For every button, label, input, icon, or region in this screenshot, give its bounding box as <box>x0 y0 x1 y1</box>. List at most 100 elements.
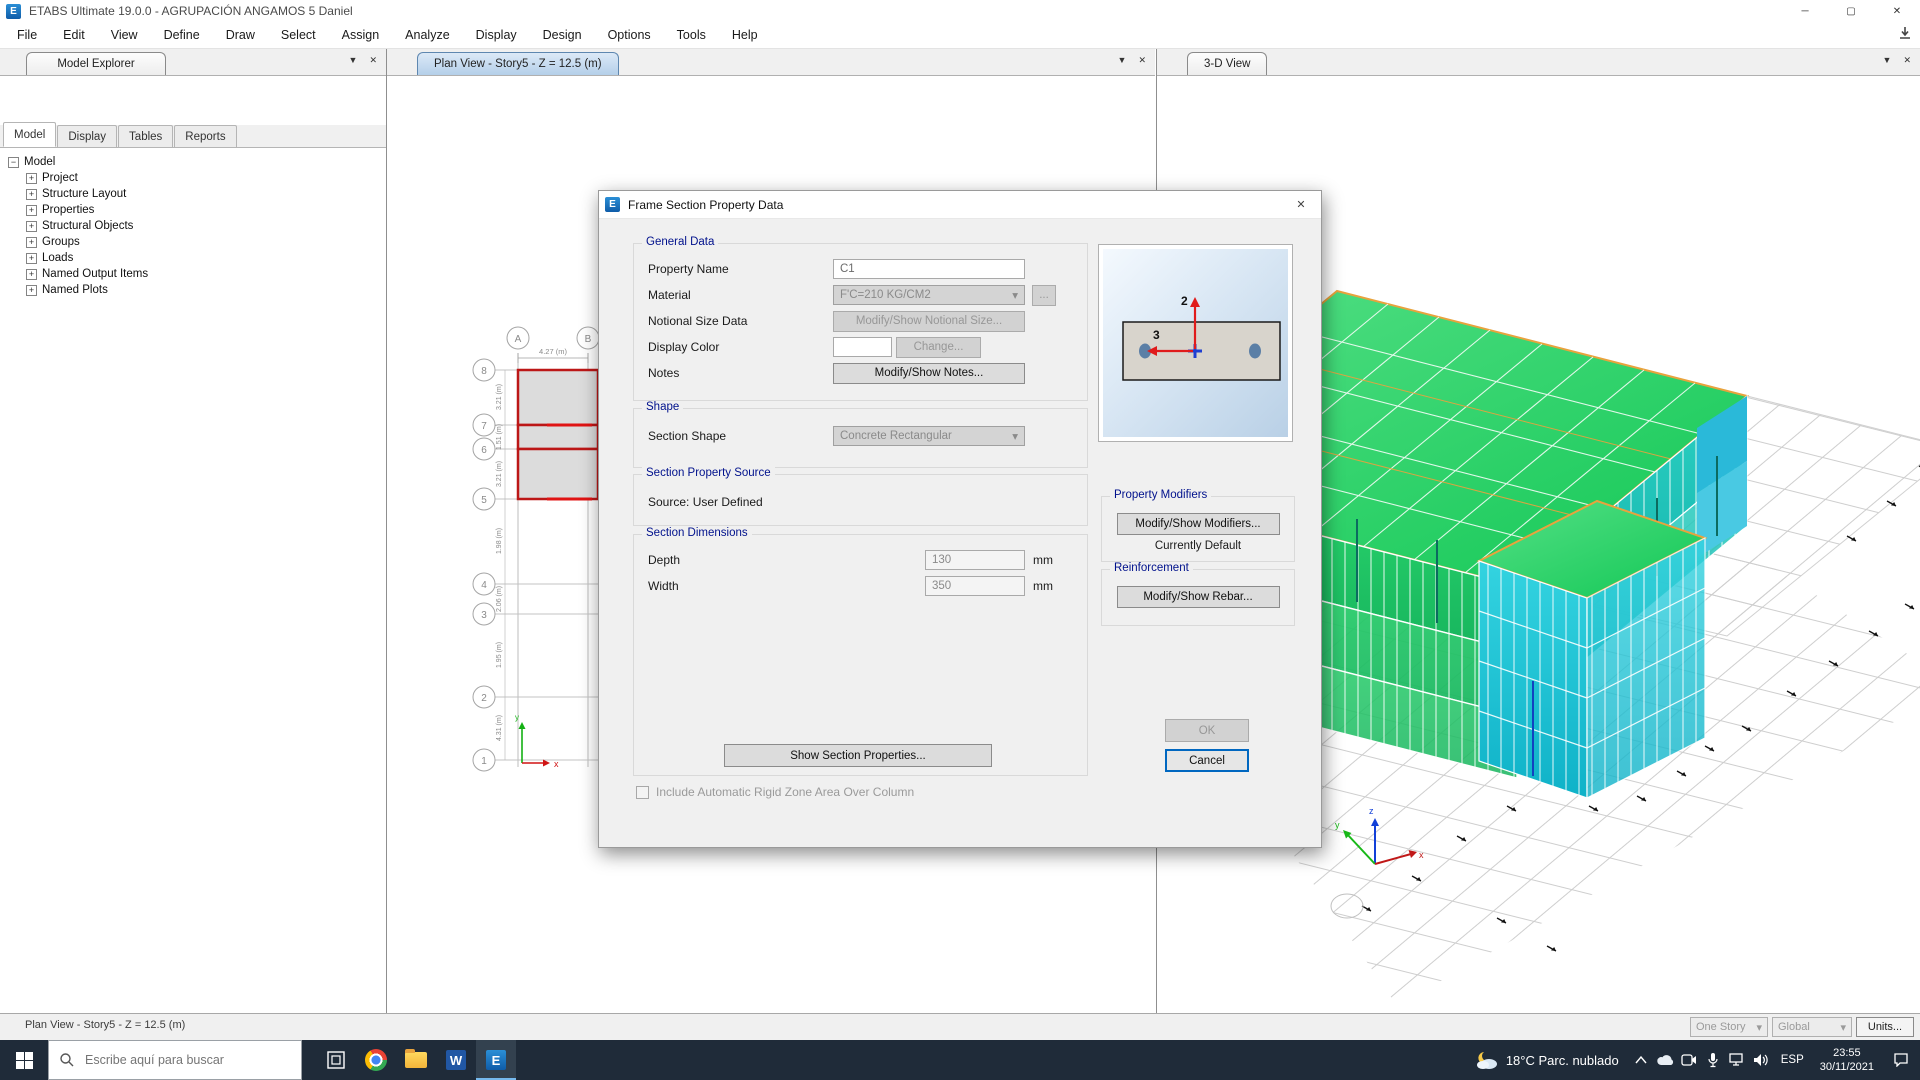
view3d-tab[interactable]: 3-D View <box>1187 52 1267 75</box>
menu-design[interactable]: Design <box>530 28 595 42</box>
word-button[interactable]: W <box>436 1040 476 1080</box>
task-view-button[interactable] <box>316 1040 356 1080</box>
tab-tables[interactable]: Tables <box>118 125 173 147</box>
close-button[interactable]: ✕ <box>1874 0 1920 22</box>
minimize-button[interactable]: ─ <box>1782 0 1828 22</box>
window-titlebar: E ETABS Ultimate 19.0.0 - AGRUPACIÓN ANG… <box>0 0 1920 22</box>
panel-divider[interactable] <box>386 49 387 1013</box>
depth-field[interactable]: 130 <box>925 550 1025 570</box>
width-field[interactable]: 350 <box>925 576 1025 596</box>
menu-select[interactable]: Select <box>268 28 329 42</box>
cancel-button[interactable]: Cancel <box>1165 749 1249 772</box>
menu-tools[interactable]: Tools <box>664 28 719 42</box>
camera-icon <box>1681 1053 1697 1067</box>
story-selector[interactable]: One Story ▾ <box>1690 1017 1768 1037</box>
expand-icon[interactable]: + <box>26 285 37 296</box>
microphone-button[interactable] <box>1701 1040 1725 1080</box>
menu-file[interactable]: File <box>4 28 50 42</box>
expand-icon[interactable]: + <box>26 253 37 264</box>
tree-node-properties[interactable]: + Properties <box>26 202 385 218</box>
network-button[interactable] <box>1725 1040 1749 1080</box>
tree-node-named-plots[interactable]: + Named Plots <box>26 282 385 298</box>
collapse-icon[interactable]: − <box>8 157 19 168</box>
maximize-button[interactable]: ▢ <box>1828 0 1874 22</box>
menu-options[interactable]: Options <box>595 28 664 42</box>
expand-icon[interactable]: + <box>26 205 37 216</box>
action-center-button[interactable] <box>1882 1040 1920 1080</box>
taskbar-search[interactable] <box>48 1040 302 1080</box>
units-button[interactable]: Units... <box>1856 1017 1914 1037</box>
property-name-field[interactable]: C1 <box>833 259 1025 279</box>
notes-button[interactable]: Modify/Show Notes... <box>833 363 1025 384</box>
model-explorer-tab[interactable]: Model Explorer <box>26 52 166 75</box>
expand-icon[interactable]: + <box>26 173 37 184</box>
tab-model[interactable]: Model <box>3 122 56 147</box>
search-input[interactable] <box>83 1052 287 1068</box>
menu-assign[interactable]: Assign <box>329 28 393 42</box>
section-preview: 2 3 <box>1098 244 1293 442</box>
material-browse-button[interactable]: ... <box>1032 285 1056 306</box>
menu-define[interactable]: Define <box>151 28 213 42</box>
tray-chevron-button[interactable] <box>1629 1040 1653 1080</box>
language-indicator[interactable]: ESP <box>1773 1054 1812 1066</box>
clock[interactable]: 23:55 30/11/2021 <box>1812 1046 1882 1075</box>
tree-node-loads[interactable]: + Loads <box>26 250 385 266</box>
file-explorer-button[interactable] <box>396 1040 436 1080</box>
rigid-zone-checkbox-row[interactable]: Include Automatic Rigid Zone Area Over C… <box>636 785 914 799</box>
chevron-down-icon: ▾ <box>1840 1021 1846 1034</box>
weather-widget[interactable]: 18°C Parc. nublado <box>1474 1049 1619 1071</box>
modify-modifiers-button[interactable]: Modify/Show Modifiers... <box>1117 513 1280 535</box>
etabs-taskbar-button[interactable]: E <box>476 1040 516 1080</box>
weather-icon <box>1474 1049 1500 1071</box>
chrome-button[interactable] <box>356 1040 396 1080</box>
chevron-down-icon: ▾ <box>1012 429 1018 443</box>
plan-dropdown-icon[interactable]: ▼ <box>1118 56 1127 65</box>
material-dropdown[interactable]: F'C=210 KG/CM2 ▾ <box>833 285 1025 305</box>
explorer-dropdown-icon[interactable]: ▼ <box>349 56 358 65</box>
start-button[interactable] <box>0 1040 48 1080</box>
coord-system-selector[interactable]: Global ▾ <box>1772 1017 1852 1037</box>
explorer-close-icon[interactable]: ✕ <box>369 56 377 65</box>
change-color-button[interactable]: Change... <box>896 337 981 358</box>
tab-reports[interactable]: Reports <box>174 125 236 147</box>
tree-node-structure-layout[interactable]: + Structure Layout <box>26 186 385 202</box>
dialog-close-icon[interactable]: ✕ <box>1281 191 1321 218</box>
view3d-dropdown-icon[interactable]: ▼ <box>1883 56 1892 65</box>
meet-now-button[interactable] <box>1677 1040 1701 1080</box>
expand-icon[interactable]: + <box>26 189 37 200</box>
tree-node-model[interactable]: − Model <box>8 154 385 170</box>
menu-help[interactable]: Help <box>719 28 771 42</box>
menu-display[interactable]: Display <box>463 28 530 42</box>
chrome-icon <box>365 1049 387 1071</box>
dialog-titlebar[interactable]: E Frame Section Property Data ✕ <box>599 191 1321 219</box>
volume-button[interactable] <box>1749 1040 1773 1080</box>
ok-button[interactable]: OK <box>1165 719 1249 742</box>
view3d-close-icon[interactable]: ✕ <box>1903 56 1911 65</box>
notional-size-button[interactable]: Modify/Show Notional Size... <box>833 311 1025 332</box>
checkbox-icon[interactable] <box>636 786 649 799</box>
tree-node-project[interactable]: + Project <box>26 170 385 186</box>
expand-icon[interactable]: + <box>26 237 37 248</box>
tree-node-structural-objects[interactable]: + Structural Objects <box>26 218 385 234</box>
plan-close-icon[interactable]: ✕ <box>1138 56 1146 65</box>
tree-node-groups[interactable]: + Groups <box>26 234 385 250</box>
expand-icon[interactable]: + <box>26 221 37 232</box>
status-bar: Plan View - Story5 - Z = 12.5 (m) One St… <box>0 1013 1920 1040</box>
menu-draw[interactable]: Draw <box>213 28 268 42</box>
section-shape-dropdown[interactable]: Concrete Rectangular ▾ <box>833 426 1025 446</box>
menu-view[interactable]: View <box>98 28 151 42</box>
tree-node-named-output-items[interactable]: + Named Output Items <box>26 266 385 282</box>
menu-edit[interactable]: Edit <box>50 28 98 42</box>
expand-icon[interactable]: + <box>26 269 37 280</box>
chevron-down-icon: ▾ <box>1756 1021 1762 1034</box>
show-section-properties-button[interactable]: Show Section Properties... <box>724 744 992 767</box>
plan-view-tabbar: Plan View - Story5 - Z = 12.5 (m) ▼ ✕ <box>387 49 1155 76</box>
tab-display[interactable]: Display <box>57 125 117 147</box>
download-arrow-icon[interactable] <box>1898 26 1912 40</box>
modify-rebar-button[interactable]: Modify/Show Rebar... <box>1117 586 1280 608</box>
folder-icon <box>405 1052 427 1068</box>
display-color-swatch[interactable] <box>833 337 892 357</box>
menu-analyze[interactable]: Analyze <box>392 28 462 42</box>
onedrive-button[interactable] <box>1653 1040 1677 1080</box>
plan-view-tab[interactable]: Plan View - Story5 - Z = 12.5 (m) <box>417 52 619 75</box>
